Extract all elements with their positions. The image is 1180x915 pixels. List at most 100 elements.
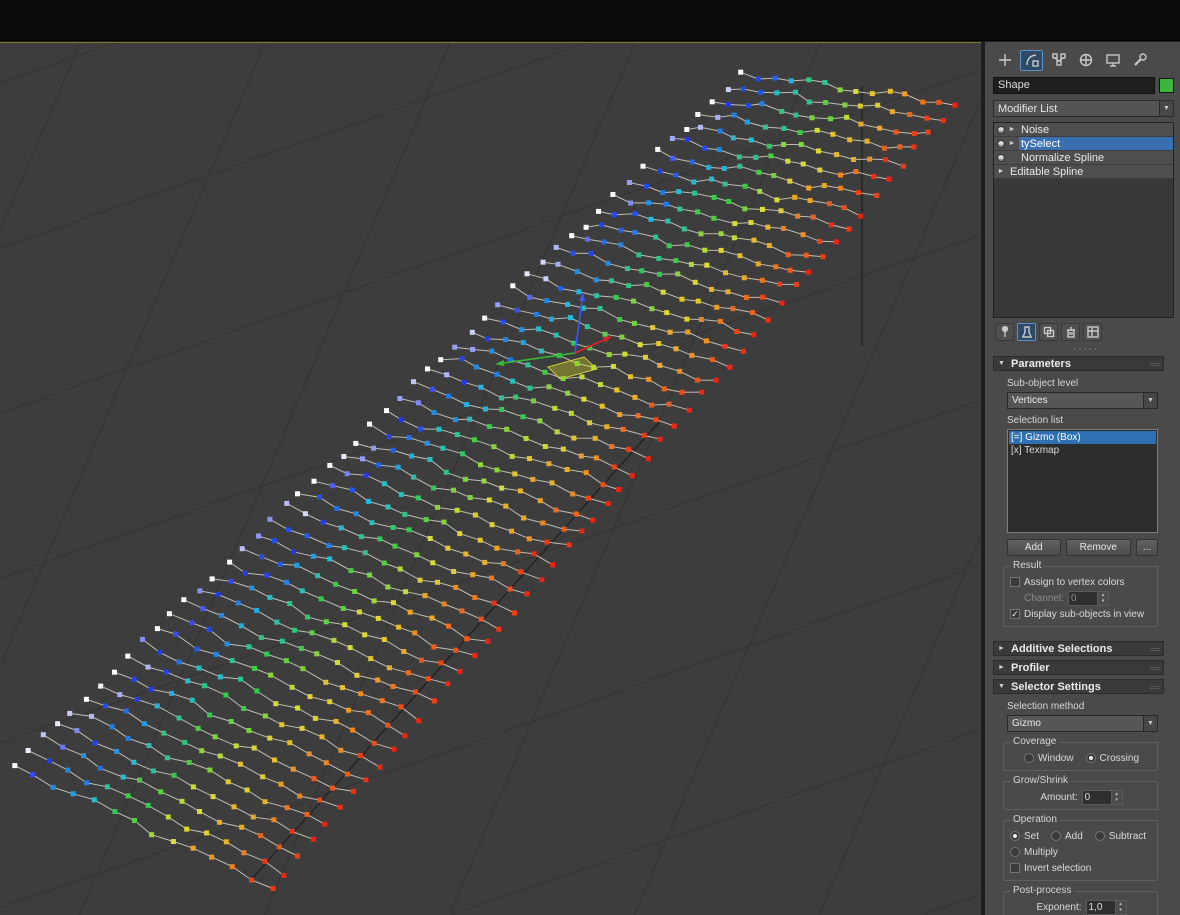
panel-splitter-handle[interactable]: [993, 345, 1176, 352]
exponent-spinner[interactable]: 1,0 ▴▾: [1086, 900, 1127, 915]
modifier-label: Normalize Spline: [1019, 151, 1173, 164]
amount-value[interactable]: 0: [1082, 790, 1112, 805]
selection-list-item-gizmo[interactable]: [=] Gizmo (Box): [1009, 431, 1156, 444]
channel-spinner[interactable]: 0 ▴▾: [1068, 591, 1109, 606]
rollout-title: Parameters: [1011, 358, 1071, 370]
amount-label: Amount:: [1040, 792, 1077, 803]
rollout-grip: [1150, 686, 1160, 689]
display-sub-objects-checkbox[interactable]: ✓: [1010, 609, 1020, 619]
selection-list-item-texmap[interactable]: [x] Texmap: [1009, 444, 1156, 457]
invert-selection-label: Invert selection: [1024, 863, 1091, 874]
selection-method-label: Selection method: [1007, 701, 1162, 712]
modifier-stack-item-tyselect[interactable]: ► tySelect: [994, 137, 1173, 151]
invert-selection-checkbox[interactable]: [1010, 863, 1020, 873]
amount-spinner[interactable]: 0 ▴▾: [1082, 790, 1123, 805]
channel-label: Channel:: [1024, 593, 1064, 604]
rollout-title: Additive Selections: [1011, 643, 1112, 655]
modifier-visibility-bulb-icon[interactable]: [997, 140, 1005, 148]
rollout-expanded-arrow-icon: ▼: [998, 360, 1006, 367]
dropdown-arrow-icon: ▼: [1159, 101, 1173, 116]
expand-arrow-icon[interactable]: ►: [1008, 140, 1016, 147]
coverage-crossing-radio[interactable]: [1086, 753, 1096, 763]
result-group-title: Result: [1010, 560, 1044, 571]
more-options-button[interactable]: ...: [1136, 539, 1158, 556]
configure-modifier-sets-icon: [1086, 325, 1100, 339]
rollout-expanded-arrow-icon: ▼: [998, 683, 1006, 690]
rollout-profiler-header[interactable]: ► Profiler: [993, 660, 1164, 675]
modifier-stack-item-normalize-spline[interactable]: Normalize Spline: [994, 151, 1173, 165]
modifier-label: Editable Spline: [1008, 165, 1173, 178]
selection-listbox[interactable]: [=] Gizmo (Box) [x] Texmap: [1007, 429, 1158, 533]
rollout-title: Profiler: [1011, 662, 1050, 674]
modifier-stack-item-editable-spline[interactable]: ► Editable Spline: [994, 165, 1173, 179]
operation-subtract-radio[interactable]: [1095, 831, 1105, 841]
command-panel-tabs: [993, 48, 1176, 72]
coverage-window-radio[interactable]: [1024, 753, 1034, 763]
dropdown-arrow-icon: ▼: [1143, 393, 1157, 408]
dropdown-arrow-icon: ▼: [1143, 716, 1157, 731]
pin-stack-button[interactable]: [995, 323, 1014, 341]
rollout-title: Selector Settings: [1011, 681, 1101, 693]
modify-tab[interactable]: [1020, 50, 1043, 71]
viewport-perspective[interactable]: [0, 42, 981, 915]
spinner-down-icon[interactable]: ▾: [1116, 907, 1126, 914]
remove-modifier-button[interactable]: [1061, 323, 1080, 341]
sub-object-level-value: Vertices: [1012, 395, 1048, 406]
remove-button[interactable]: Remove: [1066, 539, 1131, 556]
sub-object-level-dropdown[interactable]: Vertices ▼: [1007, 392, 1158, 409]
rollout-parameters-header[interactable]: ▼ Parameters: [993, 356, 1164, 371]
rollout-parameters-body: Sub-object level Vertices ▼ Selection li…: [993, 371, 1164, 637]
configure-modifier-sets-button[interactable]: [1083, 323, 1102, 341]
rollout-grip: [1150, 667, 1160, 670]
post-process-group: Post-process Exponent: 1,0 ▴▾: [1003, 891, 1158, 915]
modifier-stack-toolbar: [993, 322, 1176, 342]
object-color-swatch[interactable]: [1159, 78, 1174, 93]
rollout-selector-settings-body: Selection method Gizmo ▼ Coverage Window…: [993, 694, 1164, 915]
make-unique-button[interactable]: [1039, 323, 1058, 341]
modifier-list-label: Modifier List: [998, 103, 1057, 115]
modifier-list-dropdown[interactable]: Modifier List ▼: [993, 100, 1174, 117]
operation-add-radio[interactable]: [1051, 831, 1061, 841]
expand-arrow-icon[interactable]: ►: [997, 168, 1005, 175]
assign-to-vertex-colors-checkbox[interactable]: [1010, 577, 1020, 587]
create-tab[interactable]: [993, 50, 1016, 71]
operation-set-radio[interactable]: [1010, 831, 1020, 841]
utilities-tab[interactable]: [1128, 50, 1151, 71]
expand-arrow-icon[interactable]: ►: [1008, 126, 1016, 133]
add-button[interactable]: Add: [1007, 539, 1061, 556]
modifier-stack: ► Noise ► tySelect Normalize Spline ► Ed…: [993, 122, 1174, 318]
exponent-value[interactable]: 1,0: [1086, 900, 1116, 915]
coverage-group: Coverage Window Crossing: [1003, 742, 1158, 771]
operation-add-label: Add: [1065, 831, 1083, 842]
coverage-group-title: Coverage: [1010, 736, 1059, 747]
rollout-list: ▼ Parameters Sub-object level Vertices ▼…: [993, 356, 1176, 915]
show-end-result-icon: [1020, 325, 1034, 339]
selection-list-buttons: Add Remove ...: [1007, 539, 1158, 556]
coverage-crossing-label: Crossing: [1100, 753, 1139, 764]
grow-shrink-group: Grow/Shrink Amount: 0 ▴▾: [1003, 781, 1158, 810]
motion-tab[interactable]: [1074, 50, 1097, 71]
spinner-down-icon[interactable]: ▾: [1112, 797, 1122, 804]
rollout-additive-selections-header[interactable]: ► Additive Selections: [993, 641, 1164, 656]
modifier-visibility-bulb-icon[interactable]: [997, 154, 1005, 162]
selection-method-dropdown[interactable]: Gizmo ▼: [1007, 715, 1158, 732]
show-end-result-button[interactable]: [1017, 323, 1036, 341]
spinner-down-icon[interactable]: ▾: [1098, 598, 1108, 605]
modifier-label: tySelect: [1019, 137, 1173, 150]
operation-group: Operation Set Add Subtract Multiply Inve…: [1003, 820, 1158, 881]
pin-stack-icon: [998, 325, 1012, 339]
channel-value[interactable]: 0: [1068, 591, 1098, 606]
object-name-row: Shape: [993, 77, 1176, 94]
modifier-label: Noise: [1019, 123, 1173, 136]
result-group: Result Assign to vertex colors Channel: …: [1003, 566, 1158, 627]
object-name-field[interactable]: Shape: [993, 77, 1155, 94]
modifier-visibility-bulb-icon[interactable]: [997, 126, 1005, 134]
window-top-bar: [0, 0, 1180, 41]
rollout-selector-settings-header[interactable]: ▼ Selector Settings: [993, 679, 1164, 694]
display-sub-objects-label: Display sub-objects in view: [1024, 609, 1144, 620]
hierarchy-tab[interactable]: [1047, 50, 1070, 71]
rollout-collapsed-arrow-icon: ►: [998, 645, 1006, 652]
modifier-stack-item-noise[interactable]: ► Noise: [994, 123, 1173, 137]
operation-multiply-radio[interactable]: [1010, 847, 1020, 857]
display-tab[interactable]: [1101, 50, 1124, 71]
